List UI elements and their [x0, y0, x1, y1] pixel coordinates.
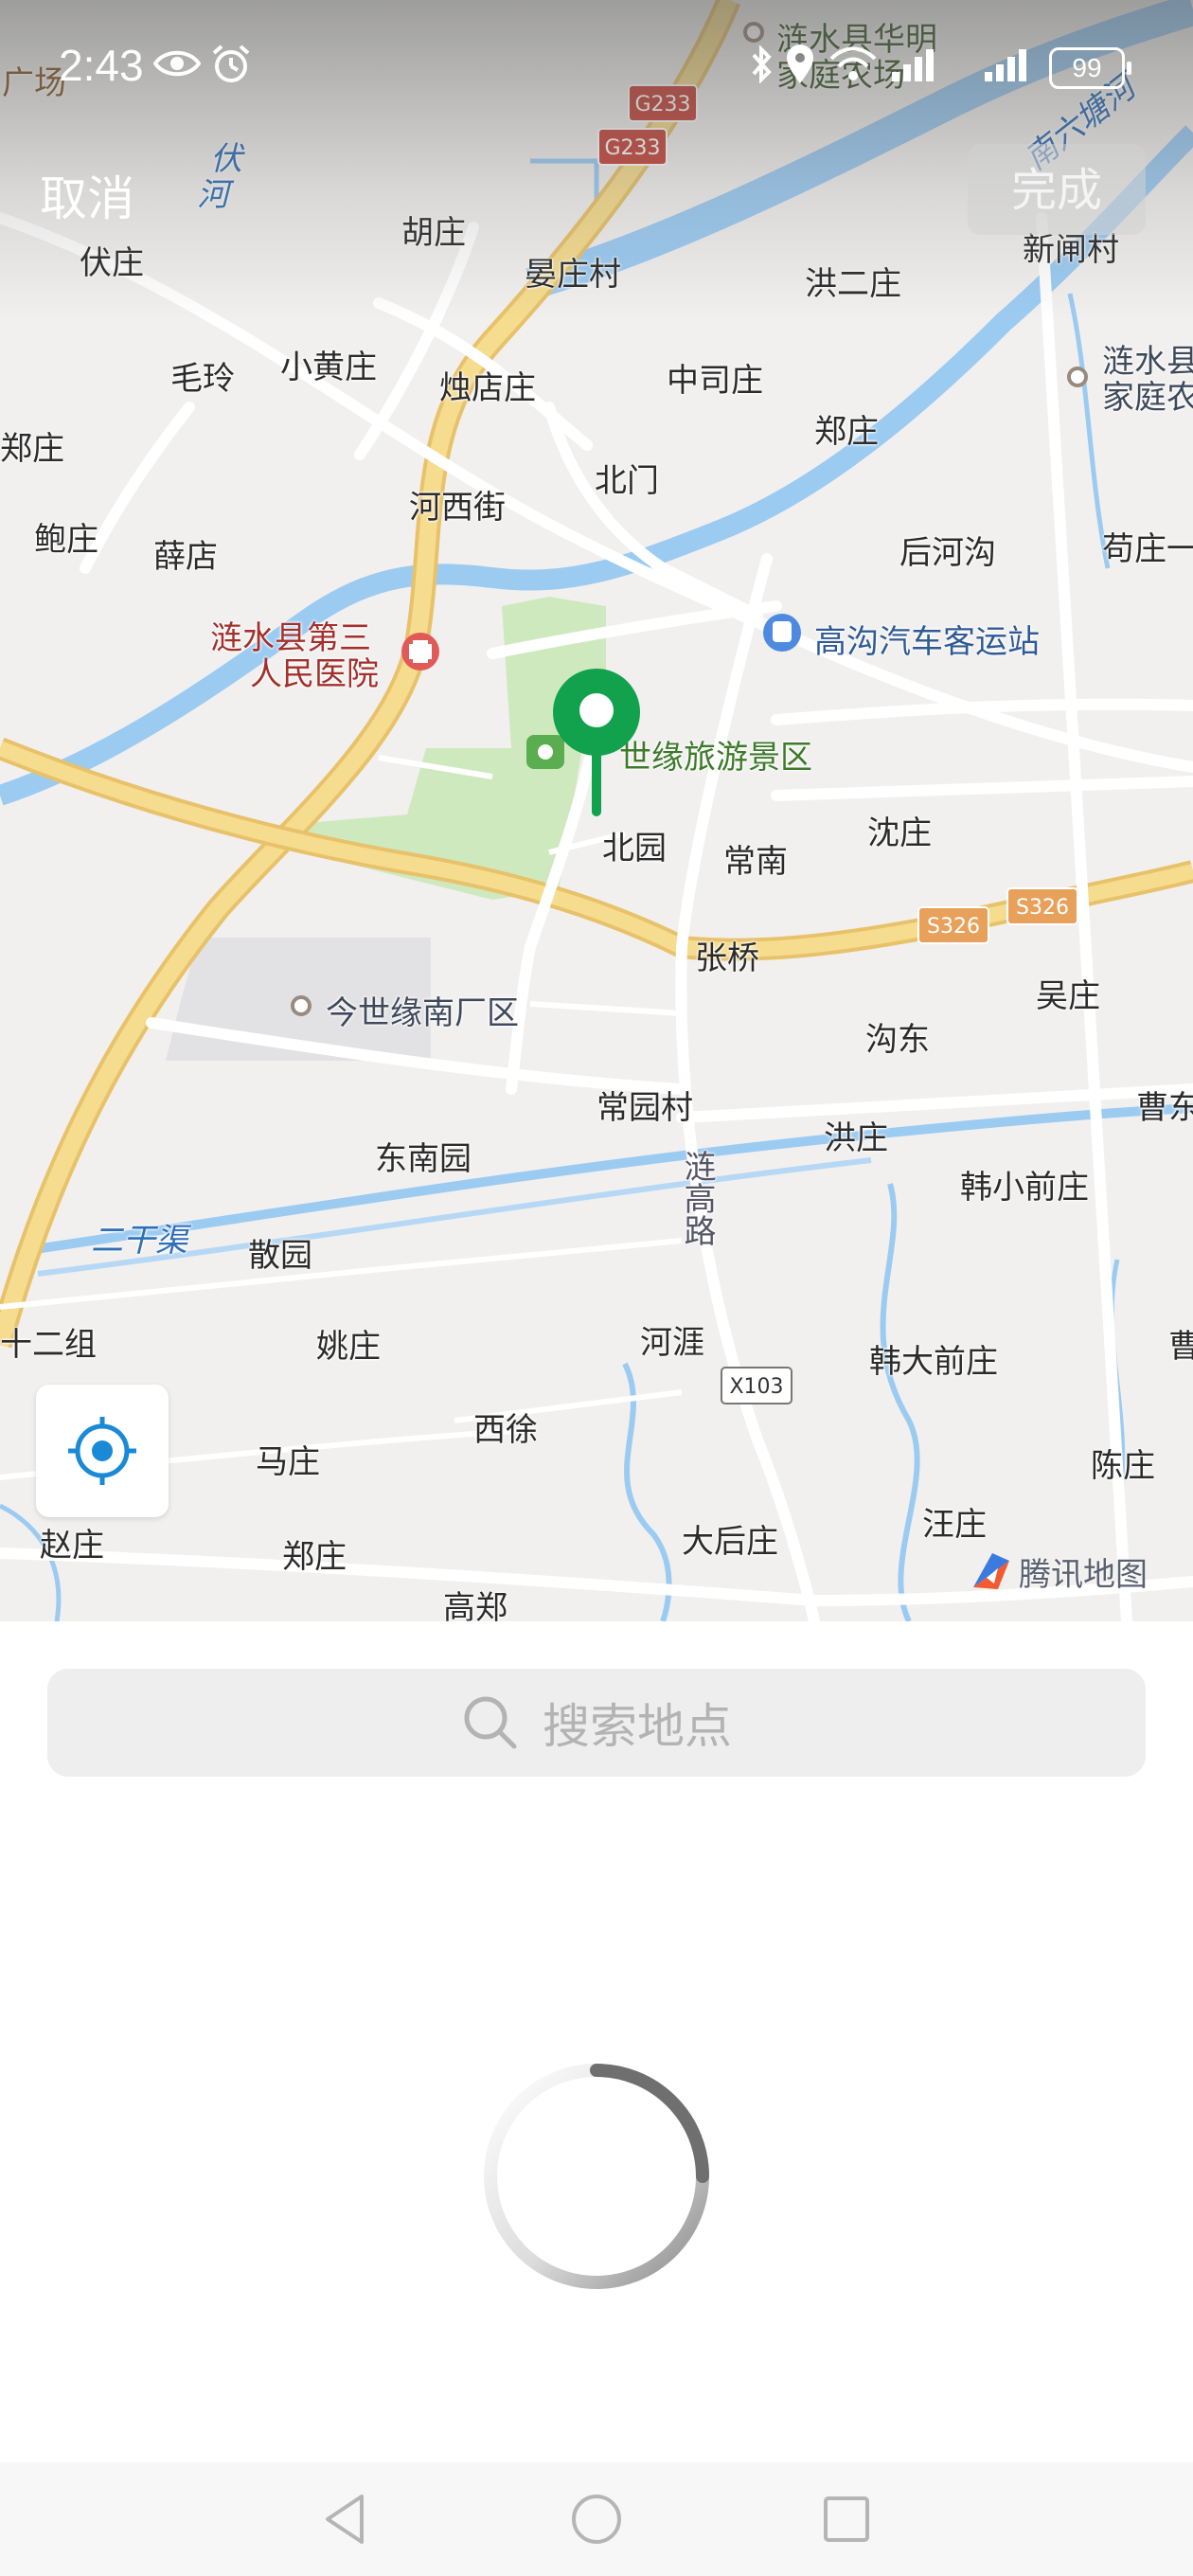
map-label-baozhuang: 鲍庄 [34, 521, 98, 559]
map-label-huzhuang: 胡庄 [401, 214, 466, 252]
location-status-icon [787, 45, 813, 83]
map-provider-label: 腾讯地图 [1019, 1555, 1148, 1594]
map-label-dahouzhuang: 大后庄 [682, 1523, 778, 1561]
map-label-yanzhuangcun: 晏庄村 [525, 256, 621, 294]
cancel-button[interactable]: 取消 [40, 161, 134, 229]
map-label-bus-station: 高沟汽车客运站 [814, 623, 1040, 661]
map-label-factory: 今世缘南厂区 [326, 994, 519, 1032]
road-shield-g233-bottom: G233 [597, 128, 668, 166]
system-navigation-bar [0, 2462, 1193, 2576]
map-label-zhengzhuang-w: 郑庄 [0, 430, 64, 468]
map-label-gaozheng: 高郑 [443, 1589, 507, 1621]
map-view[interactable]: G233 G233 S326 S326 X103 广场 涟水县华明 家庭农场 伏… [0, 0, 1193, 1621]
map-label-houhegou: 后河沟 [899, 534, 996, 572]
status-time: 2:43 [59, 41, 144, 90]
crosshair-locate-icon [68, 1417, 136, 1485]
svg-text:G233: G233 [604, 136, 660, 160]
map-label-hospital-2: 人民医院 [250, 655, 379, 693]
map-label-he: 河 [197, 176, 229, 214]
home-nav-icon[interactable] [566, 2489, 627, 2549]
map-label-handaqianzhuang: 韩大前庄 [869, 1343, 998, 1381]
road-shield-x103: X103 [721, 1367, 792, 1404]
recents-nav-icon[interactable] [816, 2489, 877, 2549]
map-label-hanxiaoqianzhuang: 韩小前庄 [960, 1169, 1089, 1207]
search-placeholder: 搜索地点 [543, 1699, 732, 1754]
map-label-shierzu: 十二组 [0, 1326, 97, 1364]
map-label-zhudianzhuang: 烛店庄 [439, 369, 536, 407]
map-label-fuzhuang: 伏庄 [80, 244, 144, 282]
map-provider-logo: 腾讯地图 [970, 1547, 1148, 1595]
map-label-zhangqiao: 张桥 [695, 939, 759, 977]
map-label-erganqu: 二干渠 [91, 1222, 187, 1260]
map-label-dongnanyuan: 东南园 [375, 1140, 472, 1178]
map-label-chenzhuang: 陈庄 [1091, 1447, 1155, 1485]
status-bar: 2:43 99 [0, 0, 1193, 133]
map-label-lianshui-farm-2: 家庭农 [1102, 379, 1193, 417]
map-label-beiyuan: 北园 [602, 830, 667, 868]
search-icon [464, 1696, 517, 1749]
wifi-icon [829, 46, 877, 80]
loading-spinner-icon [484, 2064, 709, 2289]
back-nav-icon[interactable] [316, 2489, 377, 2549]
map-label-gouzhuang1: 苟庄一 [1102, 530, 1193, 568]
locate-me-button[interactable] [36, 1385, 169, 1517]
map-label-beimen: 北门 [595, 462, 659, 500]
map-label-wangzhuang: 汪庄 [922, 1506, 987, 1544]
bluetooth-icon [752, 45, 772, 83]
done-button[interactable]: 完成 [968, 144, 1146, 235]
map-label-xuedian: 薛店 [153, 538, 218, 576]
map-label-zhaozhuang: 赵庄 [40, 1527, 104, 1565]
svg-text:S326: S326 [1016, 896, 1069, 920]
alarm-icon [212, 45, 250, 82]
map-label-scenic-area: 世缘旅游景区 [619, 739, 812, 777]
map-label-zhengzhuang-ne: 郑庄 [814, 413, 879, 451]
map-label-goudong: 沟东 [865, 1021, 930, 1059]
map-label-changyuancun: 常园村 [596, 1089, 693, 1127]
map-label-cao: 曹 [1168, 1328, 1193, 1366]
map-label-changnan: 常南 [723, 843, 788, 881]
map-label-hexijie: 河西街 [409, 489, 506, 527]
eye-icon [153, 50, 201, 77]
map-label-lianshui-road: 涟高路 [678, 1150, 716, 1246]
map-label-caodong: 曹东 [1136, 1089, 1193, 1127]
map-label-hongerzhuang: 洪二庄 [805, 265, 901, 303]
map-label-xiaohuangzhuang: 小黄庄 [280, 349, 377, 386]
map-label-yaozhuang: 姚庄 [316, 1328, 381, 1366]
svg-text:S326: S326 [927, 915, 980, 939]
map-label-mazhuang: 马庄 [256, 1443, 320, 1481]
location-pin-icon[interactable] [549, 665, 644, 824]
map-label-xixu: 西徐 [473, 1411, 538, 1449]
battery-indicator: 99 [1049, 47, 1131, 89]
signal-sim1-icon [892, 49, 934, 81]
map-label-zhengzhuang-s: 郑庄 [282, 1538, 347, 1576]
signal-sim2-icon [985, 49, 1026, 81]
svg-text:X103: X103 [729, 1375, 783, 1399]
road-shield-s326-left: S326 [917, 906, 989, 944]
search-input[interactable]: 搜索地点 [47, 1669, 1146, 1777]
map-label-sanyuan: 散园 [248, 1237, 312, 1275]
map-label-heya: 河涯 [640, 1324, 704, 1362]
map-label-maoling: 毛玲 [170, 360, 235, 398]
map-label-zhongsizhuang: 中司庄 [667, 362, 763, 400]
map-label-wuzhuang: 吴庄 [1036, 977, 1100, 1015]
tencent-map-icon [973, 1553, 1009, 1589]
map-label-shenzhuang: 沈庄 [867, 814, 932, 852]
road-shield-s326-right: S326 [1006, 887, 1078, 925]
map-label-hongzhuang: 洪庄 [824, 1119, 888, 1157]
